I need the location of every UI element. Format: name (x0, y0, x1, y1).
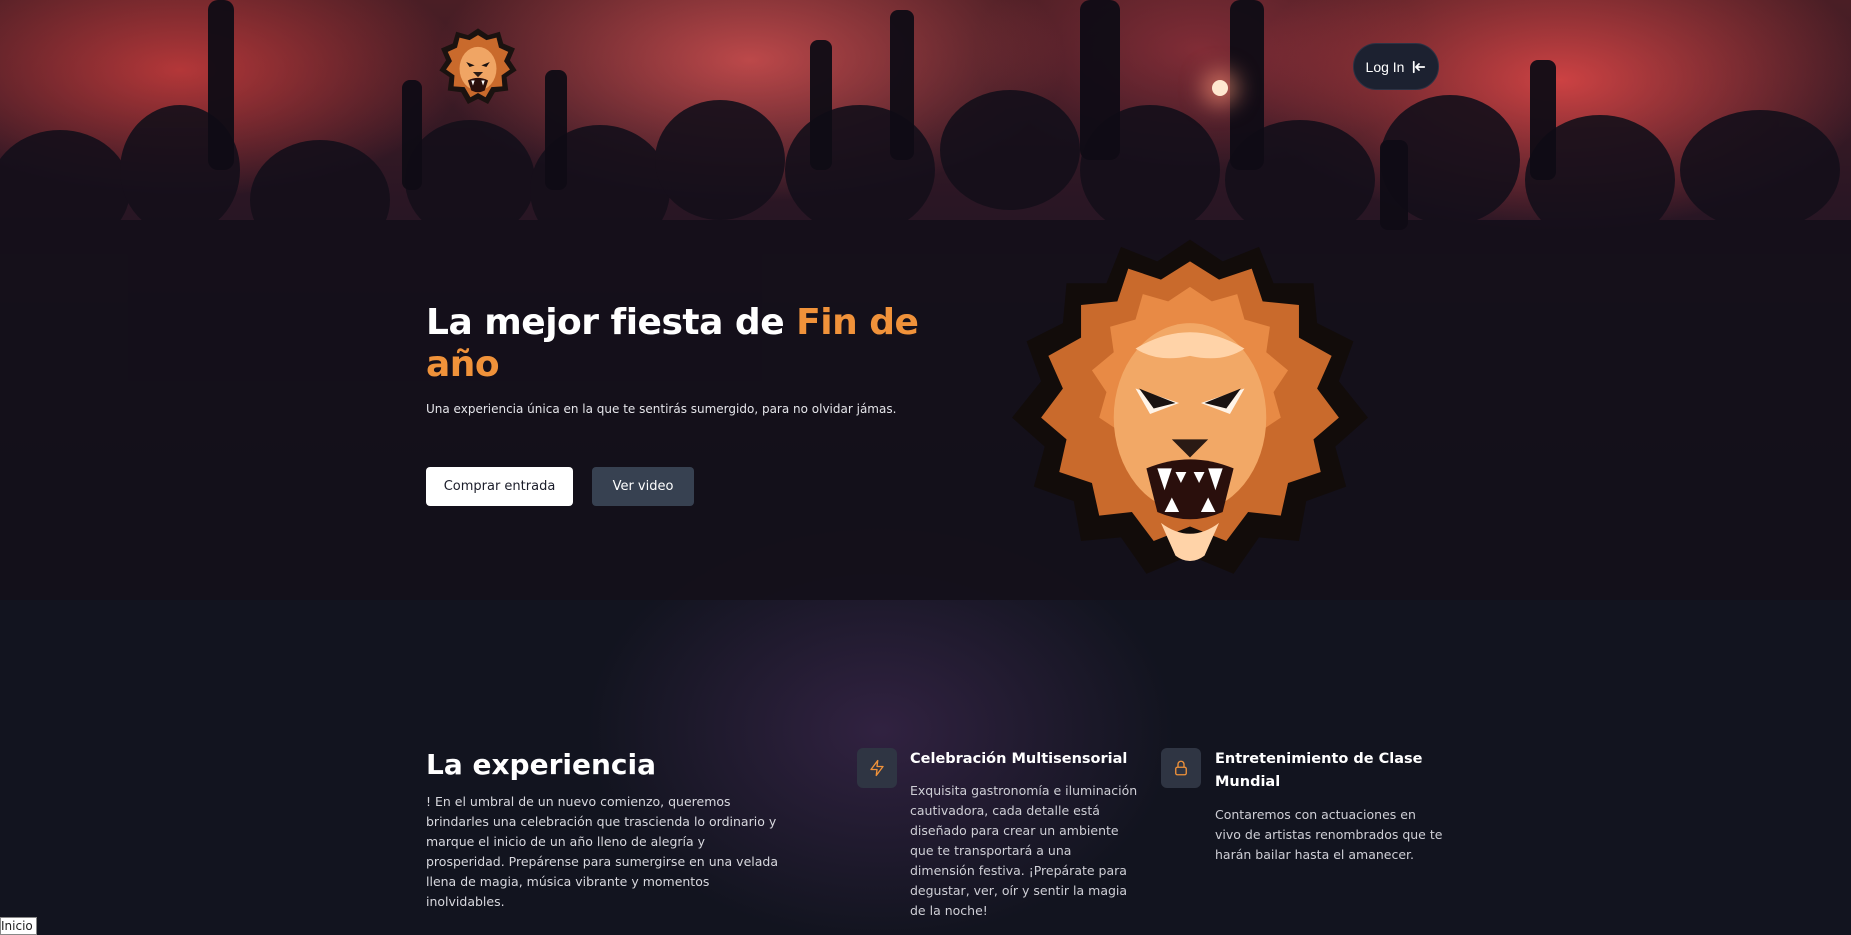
hero-title: La mejor fiesta de Fin de año (426, 302, 926, 386)
feature-icon-tile (857, 748, 897, 788)
hero-title-main: La mejor fiesta de (426, 302, 797, 343)
lightning-bolt-icon (870, 759, 884, 777)
feature-icon-tile (1161, 748, 1201, 788)
concert-crowd-silhouette (0, 0, 1851, 600)
feature-title: Celebración Multisensorial (910, 751, 1128, 767)
lock-icon (1175, 760, 1187, 776)
lion-head-icon (439, 28, 517, 104)
inicio-tab[interactable]: Inicio (0, 917, 37, 935)
buy-ticket-button[interactable]: Comprar entrada (426, 467, 573, 506)
arrow-to-left-icon (1413, 60, 1426, 73)
feature-title: Entretenimiento de Clase Mundial (1215, 751, 1423, 790)
hero-lion-image (1005, 236, 1375, 581)
logo[interactable] (436, 25, 520, 109)
hero-subtitle: Una experiencia única en la que te senti… (426, 402, 897, 416)
login-button[interactable]: Log In (1353, 43, 1439, 90)
feature-text: Exquisita gastronomía e iluminación caut… (910, 783, 1138, 918)
login-label: Log In (1365, 58, 1405, 75)
stage-light (1212, 80, 1228, 96)
watch-video-button[interactable]: Ver video (592, 467, 694, 506)
experience-title: La experiencia (426, 748, 656, 781)
lion-head-icon (1012, 239, 1368, 574)
experience-text: ! En el umbral de un nuevo comienzo, que… (426, 794, 778, 909)
feature-text: Contaremos con actuaciones en vivo de ar… (1215, 807, 1443, 862)
